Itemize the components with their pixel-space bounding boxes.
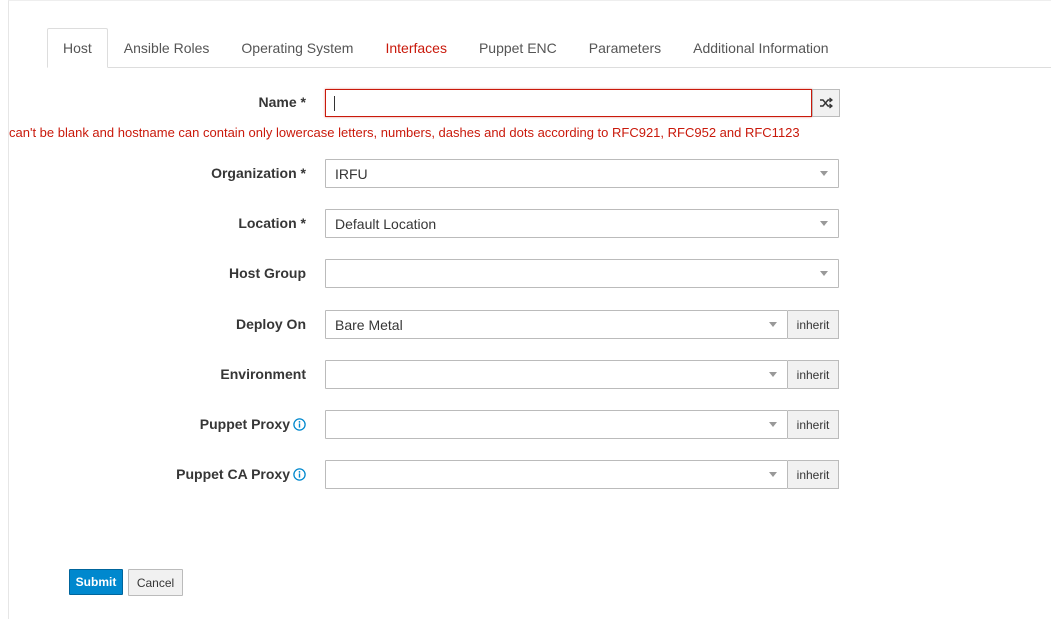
- organization-label: Organization *: [211, 165, 306, 181]
- tab-ansible-roles[interactable]: Ansible Roles: [108, 29, 226, 67]
- name-error-message: can't be blank and hostname can contain …: [9, 125, 800, 140]
- tab-host[interactable]: Host: [47, 28, 108, 68]
- submit-button[interactable]: Submit: [69, 569, 123, 595]
- location-select[interactable]: Default Location: [325, 209, 839, 238]
- environment-inherit-button[interactable]: inherit: [788, 360, 839, 389]
- host-form-page: Host Ansible Roles Operating System Inte…: [8, 0, 1051, 619]
- deploy-on-label: Deploy On: [235, 316, 306, 332]
- puppet-ca-proxy-inherit-button[interactable]: inherit: [788, 460, 839, 489]
- shuffle-icon: [820, 97, 833, 109]
- chevron-down-icon: [820, 221, 828, 226]
- puppet-ca-proxy-label-text: Puppet CA Proxy: [176, 466, 290, 482]
- puppet-ca-proxy-select[interactable]: [325, 460, 788, 489]
- text-cursor: [334, 96, 335, 111]
- deploy-on-value: Bare Metal: [335, 316, 403, 333]
- environment-label: Environment: [220, 366, 306, 382]
- location-label: Location *: [238, 215, 306, 231]
- tab-operating-system[interactable]: Operating System: [225, 29, 369, 67]
- name-label: Name *: [258, 94, 306, 110]
- chevron-down-icon: [769, 472, 777, 477]
- info-icon[interactable]: [293, 417, 306, 431]
- puppet-proxy-label-text: Puppet Proxy: [199, 416, 290, 432]
- chevron-down-icon: [769, 372, 777, 377]
- chevron-down-icon: [820, 271, 828, 276]
- chevron-down-icon: [769, 322, 777, 327]
- chevron-down-icon: [820, 171, 828, 176]
- tab-interfaces[interactable]: Interfaces: [369, 29, 462, 67]
- organization-select[interactable]: IRFU: [325, 159, 839, 188]
- deploy-on-inherit-button[interactable]: inherit: [788, 310, 839, 339]
- puppet-proxy-label: Puppet Proxy: [200, 416, 306, 432]
- location-value: Default Location: [335, 215, 437, 232]
- random-name-button[interactable]: [812, 89, 840, 117]
- environment-select[interactable]: [325, 360, 788, 389]
- tab-puppet-enc[interactable]: Puppet ENC: [463, 29, 573, 67]
- puppet-ca-proxy-label: Puppet CA Proxy: [176, 466, 306, 482]
- puppet-proxy-inherit-button[interactable]: inherit: [788, 410, 839, 439]
- name-input[interactable]: [325, 89, 812, 117]
- host-group-label: Host Group: [229, 265, 306, 281]
- cancel-button[interactable]: Cancel: [128, 569, 183, 596]
- organization-value: IRFU: [335, 165, 368, 182]
- chevron-down-icon: [769, 422, 777, 427]
- tab-bar: Host Ansible Roles Operating System Inte…: [47, 28, 1051, 68]
- deploy-on-select[interactable]: Bare Metal: [325, 310, 788, 339]
- tab-additional-information[interactable]: Additional Information: [677, 29, 844, 67]
- tab-parameters[interactable]: Parameters: [573, 29, 677, 67]
- host-group-select[interactable]: [325, 259, 839, 288]
- puppet-proxy-select[interactable]: [325, 410, 788, 439]
- info-icon[interactable]: [293, 467, 306, 481]
